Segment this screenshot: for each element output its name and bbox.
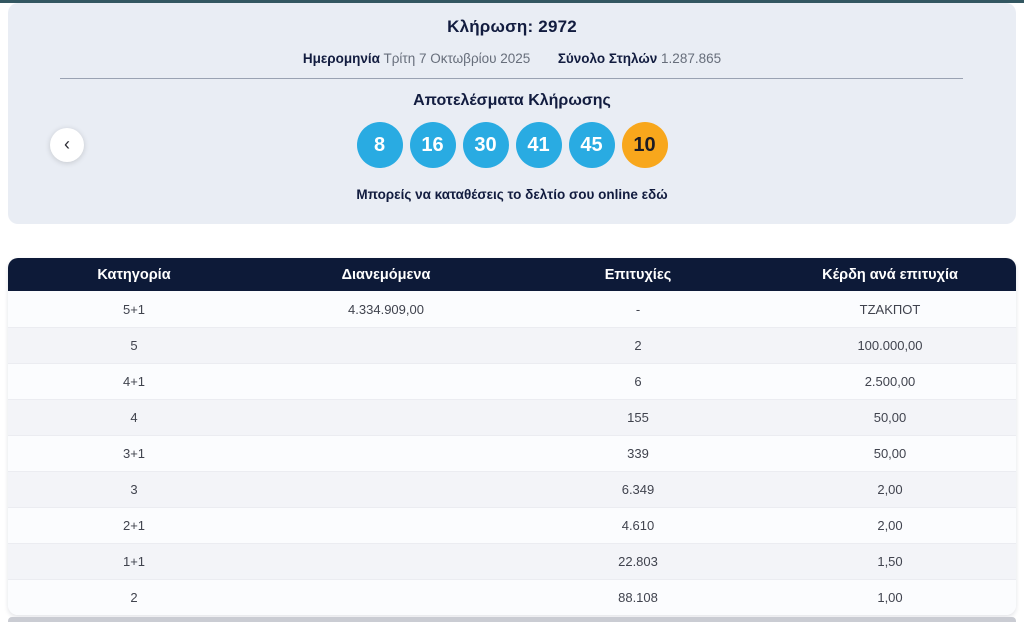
cell-category: 5 [130,338,138,353]
total-columns-value: 1.287.865 [661,51,722,66]
draw-meta-row: Ημερομηνία Τρίτη 7 Οκτωβρίου 2025 Σύνολο… [8,51,1016,66]
prize-categories-table: Κατηγορία Διανεμόμενα Επιτυχίες Κέρδη ανά ε… [8,258,1016,615]
column-header: Κατηγορία [97,266,171,283]
winning-number-ball: 45 [568,122,615,168]
next-section-edge [8,617,1016,622]
cell-category: 3 [130,482,138,497]
winning-number-ball: 41 [515,122,562,168]
cell-winners: 6.349 [621,482,655,497]
joker-number-ball: 10 [621,122,668,168]
cell-winners: 155 [627,410,649,425]
column-header: Διανεμόμενα [341,266,431,283]
cell-prize: 50,00 [873,410,907,425]
winning-number-ball: 8 [356,122,403,168]
cell-winners: 22.803 [618,554,658,569]
cell-winners: 6 [634,374,642,389]
chevron-left-icon: ‹ [64,134,70,154]
table-row: 2 88.108 1,00 [8,579,1016,615]
winning-number-ball: 16 [409,122,456,168]
winning-number-ball: 30 [462,122,509,168]
header-divider [60,78,963,79]
table-row: 4+1 6 2.500,00 [8,363,1016,399]
table-row: 3 6.349 2,00 [8,471,1016,507]
winning-numbers-row: 8 16 30 41 45 10 [8,122,1016,168]
table-header-row: Κατηγορία Διανεμόμενα Επιτυχίες Κέρδη ανά ε… [8,258,1016,291]
column-header: Επιτυχίες [604,266,672,283]
cell-category: 4+1 [122,374,146,389]
date-label: Ημερομηνία [302,51,380,66]
date-value: Τρίτη 7 Οκτωβρίου 2025 [383,51,531,66]
cell-prize: ΤΖΑΚΠΟΤ [859,301,921,317]
cell-winners: 339 [627,446,649,461]
cell-prize: 50,00 [873,446,907,461]
cell-category: 4 [130,410,138,425]
cell-category: 2+1 [122,518,146,533]
table-row: 5+1 4.334.909,00 - ΤΖΑΚΠΟΤ [8,291,1016,327]
cell-winners: 2 [634,338,642,353]
cell-winners: 4.610 [621,518,655,533]
cell-winners: 88.108 [618,590,658,605]
cell-category: 5+1 [122,301,146,317]
table-row: 4 155 50,00 [8,399,1016,435]
cell-prize: 2,00 [877,518,903,533]
draw-summary-panel: Κλήρωση: 2972 Ημερομηνία Τρίτη 7 Οκτωβρί… [8,3,1016,224]
cell-prize: 1,00 [877,590,903,605]
table-row: 2+1 4.610 2,00 [8,507,1016,543]
cell-distributed: 4.334.909,00 [348,301,424,317]
column-header: Κέρδη ανά επιτυχία [822,266,958,283]
results-title: Αποτελέσματα Κλήρωσης [413,92,611,109]
cell-winners: - [635,301,641,317]
cell-category: 2 [130,590,138,605]
cell-prize: 2,00 [877,482,903,497]
submit-ticket-online-link[interactable]: Μπορείς να καταθέσεις το δελτίο σου onli… [8,187,1016,202]
cell-prize: 2.500,00 [864,374,916,389]
table-row: 1+1 22.803 1,50 [8,543,1016,579]
total-columns-label: Σύνολο Στηλών [557,51,658,66]
previous-draw-button[interactable]: ‹ [50,128,84,162]
table-row: 5 2 100.000,00 [8,327,1016,363]
table-body: 5+1 4.334.909,00 - ΤΖΑΚΠΟΤ 5 2 100.000,00 4+1 6 2… [8,291,1016,615]
cell-category: 3+1 [122,446,146,461]
table-row: 3+1 339 50,00 [8,435,1016,471]
cell-category: 1+1 [122,554,146,569]
draw-title: Κλήρωση: 2972 [447,17,577,36]
cell-prize: 100.000,00 [857,338,923,353]
cell-prize: 1,50 [877,554,903,569]
